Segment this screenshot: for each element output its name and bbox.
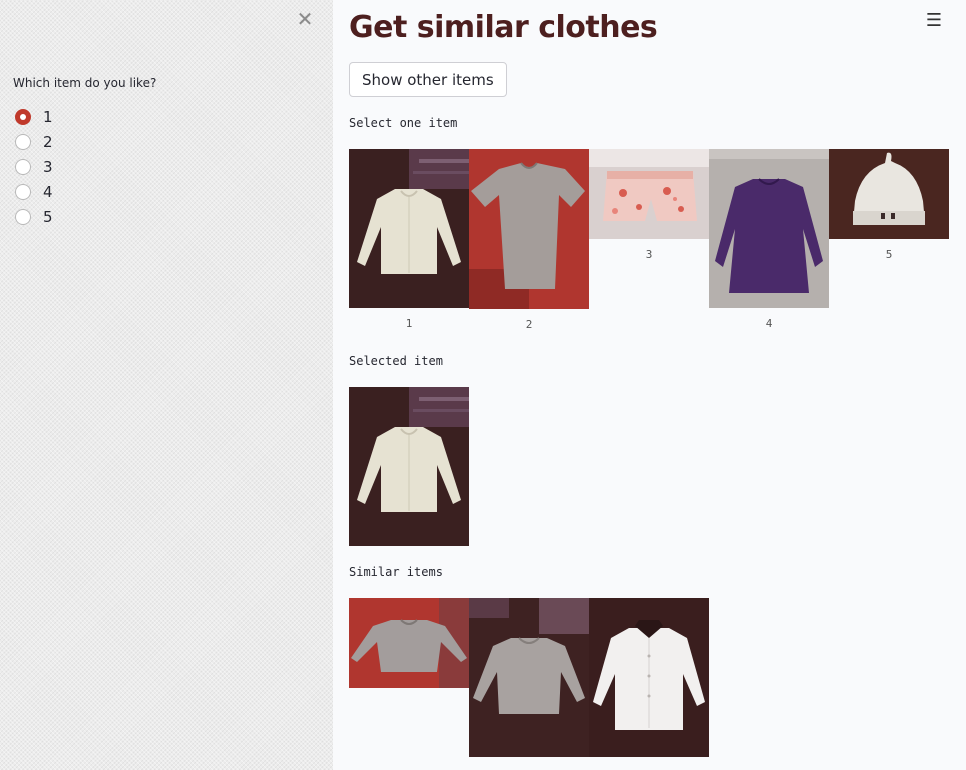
radio-option-label: 4 — [43, 182, 53, 201]
show-other-items-button[interactable]: Show other items — [349, 62, 507, 97]
radio-option-label: 2 — [43, 132, 53, 151]
gallery-item-3[interactable]: 3 — [589, 149, 709, 261]
clothing-image-purple-dress — [709, 149, 829, 308]
radio-button[interactable] — [15, 183, 31, 200]
clothing-image-cardigan — [349, 149, 469, 308]
similar-item-1 — [349, 598, 469, 688]
gallery-item-1[interactable]: 1 — [349, 149, 469, 330]
sidebar: ✕ Which item do you like? 1 2 3 4 5 — [0, 0, 333, 770]
item-number: 4 — [765, 317, 773, 330]
main-content: ☰ Get similar clothes Show other items S… — [333, 0, 966, 770]
item-number: 2 — [525, 318, 533, 331]
radio-option-2[interactable]: 2 — [15, 129, 53, 154]
item-number: 5 — [885, 248, 893, 261]
gallery-item-4[interactable]: 4 — [709, 149, 829, 330]
page-title: Get similar clothes — [349, 10, 658, 45]
similar-item-2 — [469, 598, 589, 757]
radio-button[interactable] — [15, 133, 31, 150]
item-number: 3 — [645, 248, 653, 261]
hamburger-menu-icon[interactable]: ☰ — [926, 12, 942, 30]
close-sidebar-icon[interactable]: ✕ — [296, 9, 314, 29]
radio-option-4[interactable]: 4 — [15, 179, 53, 204]
clothing-image-cardigan — [349, 387, 469, 546]
clothing-image-shorts — [589, 149, 709, 239]
item-gallery: 1 2 3 4 5 — [349, 149, 949, 331]
selected-caption: Selected item — [349, 354, 443, 368]
radio-option-1[interactable]: 1 — [15, 104, 53, 129]
radio-option-label: 3 — [43, 157, 53, 176]
gallery-item-5[interactable]: 5 — [829, 149, 949, 261]
similar-item-3 — [589, 598, 709, 757]
radio-group-label: Which item do you like? — [13, 76, 157, 90]
radio-button[interactable] — [15, 158, 31, 175]
select-caption: Select one item — [349, 116, 458, 130]
item-number: 1 — [405, 317, 413, 330]
radio-button[interactable] — [15, 208, 31, 225]
radio-option-label: 1 — [43, 107, 53, 126]
selected-item-image — [349, 387, 469, 546]
gallery-item-2[interactable]: 2 — [469, 149, 589, 331]
similar-items-gallery — [349, 598, 709, 757]
radio-button-checked[interactable] — [15, 108, 31, 125]
radio-option-3[interactable]: 3 — [15, 154, 53, 179]
clothing-image-tshirt — [469, 149, 589, 309]
radio-option-label: 5 — [43, 207, 53, 226]
radio-option-5[interactable]: 5 — [15, 204, 53, 229]
clothing-image-hat — [829, 149, 949, 239]
item-radio-group: 1 2 3 4 5 — [15, 104, 53, 229]
similar-caption: Similar items — [349, 565, 443, 579]
